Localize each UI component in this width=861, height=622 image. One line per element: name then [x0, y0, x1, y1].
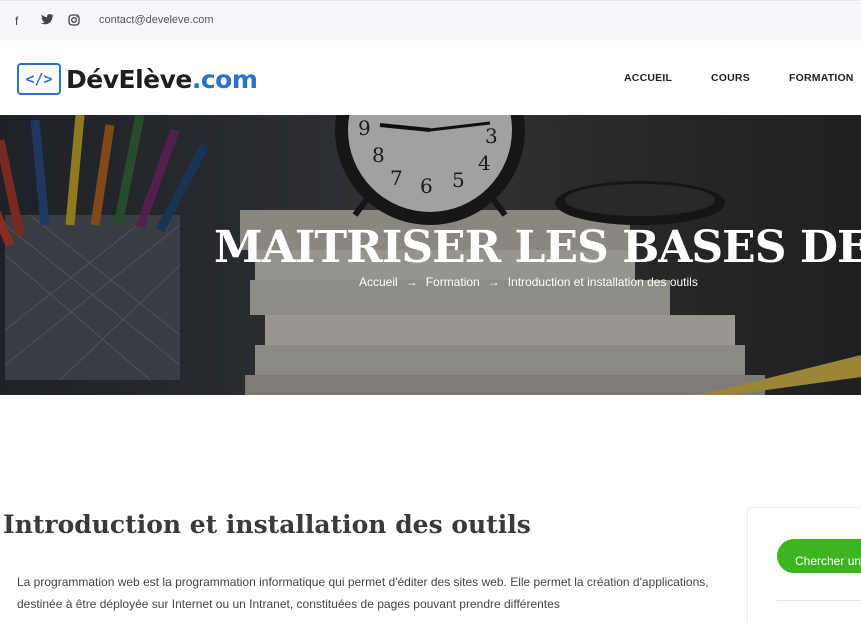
instagram-icon[interactable] — [68, 14, 80, 29]
hero-banner: 938 4765 MAITRISER LES BASES DE PHP Accu… — [0, 115, 861, 395]
site-logo[interactable]: </> DévElève.com — [17, 62, 258, 96]
logo-domain: .com — [191, 64, 258, 94]
code-brackets-icon: </> — [17, 63, 61, 95]
breadcrumb: Accueil → Formation → Introduction et instal… — [359, 275, 704, 289]
contact-email-link[interactable]: contact@develeve.com — [99, 14, 214, 26]
main-header: </> DévElève.com ACCUEIL COURS FORMATION — [0, 40, 861, 115]
arrow-right-icon: → — [405, 275, 418, 289]
sidebar-widget: Chercher un cours — [747, 507, 861, 622]
divider — [777, 600, 861, 601]
nav-accueil[interactable]: ACCUEIL — [624, 72, 672, 84]
arrow-right-icon: → — [487, 275, 500, 289]
breadcrumb-current: Introduction et installation des outils — [507, 275, 698, 289]
twitter-icon[interactable] — [41, 14, 54, 29]
top-bar: f contact@develeve.com — [0, 0, 861, 40]
nav-cours[interactable]: COURS — [711, 72, 750, 84]
breadcrumb-accueil[interactable]: Accueil — [359, 275, 398, 289]
lesson-paragraph: La programmation web est la programmatio… — [17, 575, 709, 611]
logo-text: DévElève.com — [66, 64, 258, 94]
search-course-button[interactable]: Chercher un cours — [777, 539, 861, 573]
facebook-icon[interactable]: f — [15, 14, 18, 28]
breadcrumb-formation[interactable]: Formation — [426, 275, 480, 289]
logo-name: DévElève — [66, 64, 192, 94]
hero-title: MAITRISER LES BASES DE PHP — [214, 222, 861, 273]
nav-formation[interactable]: FORMATION — [789, 72, 854, 84]
lesson-title: Introduction et installation des outils — [3, 510, 531, 539]
